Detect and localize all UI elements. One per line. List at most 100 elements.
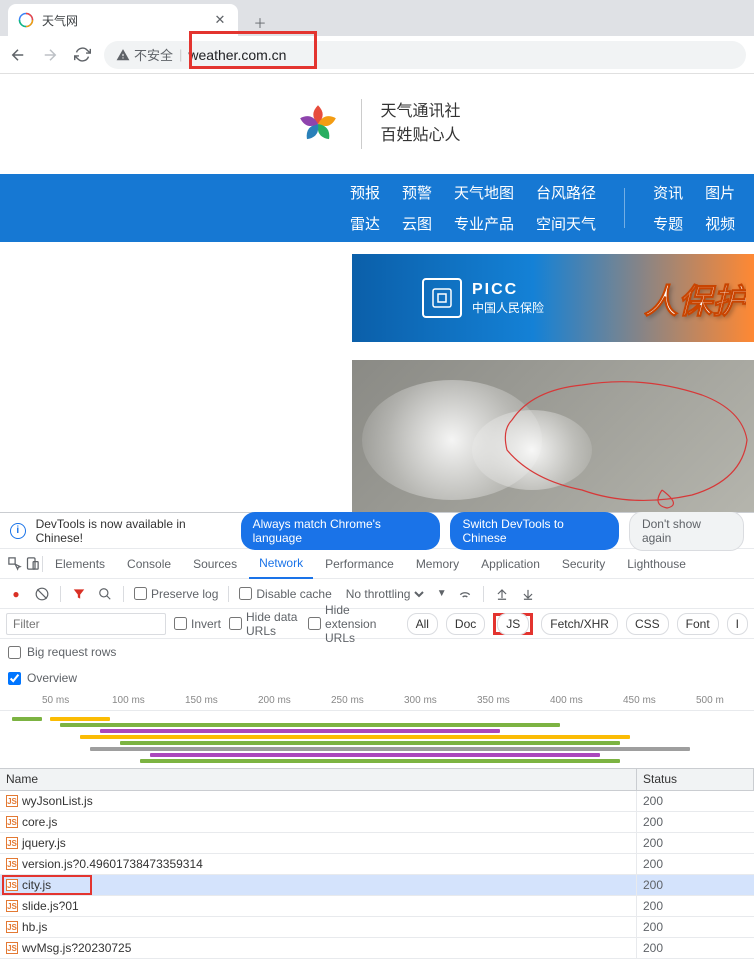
file-name: core.js	[22, 815, 57, 829]
column-status[interactable]: Status	[637, 769, 754, 790]
insecure-badge: 不安全	[116, 45, 173, 64]
favicon-icon	[18, 12, 34, 28]
network-table-body: JSwyJsonList.js200JScore.js200JSjquery.j…	[0, 791, 754, 959]
overview-option[interactable]: Overview	[0, 665, 754, 691]
tab-title: 天气网	[42, 12, 212, 29]
nav-link[interactable]: 视频	[705, 213, 735, 234]
nav-link[interactable]: 专题	[653, 213, 683, 234]
filter-type-doc[interactable]: Doc	[446, 613, 485, 635]
ad-banner[interactable]: PICC 中国人民保险 人保护	[352, 254, 754, 342]
notice-text: DevTools is now available in Chinese!	[36, 517, 231, 545]
info-icon: i	[10, 523, 26, 539]
throttling-select[interactable]: No throttling	[342, 586, 427, 602]
browser-tab[interactable]: 天气网 ✕	[8, 4, 238, 36]
tab-network[interactable]: Network	[249, 549, 313, 579]
status-code: 200	[637, 836, 754, 850]
warning-icon	[116, 48, 130, 62]
slogan-line-1: 天气通讯社	[380, 100, 460, 124]
back-button[interactable]	[8, 45, 28, 65]
network-row[interactable]: JScore.js200	[0, 812, 754, 833]
filter-input[interactable]	[6, 613, 166, 635]
tab-lighthouse[interactable]: Lighthouse	[617, 549, 696, 579]
tab-security[interactable]: Security	[552, 549, 615, 579]
tab-memory[interactable]: Memory	[406, 549, 469, 579]
status-code: 200	[637, 899, 754, 913]
devtools-language-notice: i DevTools is now available in Chinese! …	[0, 513, 754, 549]
network-row[interactable]: JShb.js200	[0, 917, 754, 938]
network-row[interactable]: JSwvMsg.js?20230725200	[0, 938, 754, 959]
status-code: 200	[637, 941, 754, 955]
file-name: hb.js	[22, 920, 47, 934]
nav-link[interactable]: 预警	[402, 182, 432, 203]
banner-sub: 中国人民保险	[472, 301, 544, 317]
filter-funnel-icon[interactable]	[71, 586, 87, 602]
download-icon[interactable]	[520, 586, 536, 602]
status-code: 200	[637, 794, 754, 808]
timeline-overview[interactable]	[0, 711, 754, 769]
nav-link[interactable]: 雷达	[350, 213, 380, 234]
network-row[interactable]: JS jquery.js 200	[0, 833, 754, 854]
disable-cache-checkbox[interactable]: Disable cache	[239, 587, 331, 601]
annotation-highlight-js: JS	[493, 613, 533, 635]
network-row[interactable]: JSversion.js?0.49601738473359314200	[0, 854, 754, 875]
network-row[interactable]: JSslide.js?01200	[0, 896, 754, 917]
devtools-tab-bar: Elements Console Sources Network Perform…	[0, 549, 754, 579]
hide-data-urls-checkbox[interactable]: Hide data URLs	[229, 610, 300, 638]
js-file-icon: JS	[6, 858, 18, 870]
inspect-icon[interactable]	[6, 556, 22, 572]
js-file-icon: JS	[6, 795, 18, 807]
insecure-label: 不安全	[134, 45, 173, 64]
satellite-map[interactable]	[352, 360, 754, 512]
site-header: 天气通讯社 百姓贴心人	[0, 74, 754, 174]
filter-type-css[interactable]: CSS	[626, 613, 669, 635]
js-file-icon: JS	[6, 942, 18, 954]
clear-icon[interactable]	[34, 586, 50, 602]
reload-button[interactable]	[72, 45, 92, 65]
switch-chinese-button[interactable]: Switch DevTools to Chinese	[450, 512, 618, 550]
tab-console[interactable]: Console	[117, 549, 181, 579]
tab-sources[interactable]: Sources	[183, 549, 247, 579]
hide-extension-urls-checkbox[interactable]: Hide extension URLs	[308, 603, 399, 645]
filter-type-font[interactable]: Font	[677, 613, 719, 635]
filter-type-all[interactable]: All	[407, 613, 438, 635]
upload-icon[interactable]	[494, 586, 510, 602]
nav-link[interactable]: 预报	[350, 182, 380, 203]
wifi-icon[interactable]	[457, 586, 473, 602]
nav-link[interactable]: 空间天气	[536, 213, 596, 234]
nav-link[interactable]: 资讯	[653, 182, 683, 203]
file-name: jquery.js	[22, 836, 66, 850]
always-match-button[interactable]: Always match Chrome's language	[241, 512, 441, 550]
url-text: weather.com.cn	[188, 47, 286, 63]
device-toggle-icon[interactable]	[24, 556, 40, 572]
filter-type-img[interactable]: I	[727, 613, 748, 635]
js-file-icon: JS	[6, 879, 18, 891]
timeline-ruler: 50 ms 100 ms 150 ms 200 ms 250 ms 300 ms…	[0, 691, 754, 711]
js-file-icon: JS	[6, 837, 18, 849]
tab-elements[interactable]: Elements	[45, 549, 115, 579]
search-icon[interactable]	[97, 586, 113, 602]
tab-application[interactable]: Application	[471, 549, 550, 579]
filter-type-js[interactable]: JS	[497, 613, 529, 635]
site-nav: 预报雷达 预警云图 天气地图专业产品 台风路径空间天气 资讯专题 图片视频	[0, 174, 754, 242]
nav-link[interactable]: 天气地图	[454, 182, 514, 203]
column-name[interactable]: Name	[0, 769, 637, 790]
network-row[interactable]: JSwyJsonList.js200	[0, 791, 754, 812]
filter-type-fetch[interactable]: Fetch/XHR	[541, 613, 618, 635]
nav-link[interactable]: 云图	[402, 213, 432, 234]
banner-headline: 人保护	[644, 274, 746, 323]
network-row[interactable]: JScity.js200	[0, 875, 754, 896]
forward-button[interactable]	[40, 45, 60, 65]
nav-link[interactable]: 台风路径	[536, 182, 596, 203]
close-tab-icon[interactable]: ✕	[212, 12, 228, 28]
invert-checkbox[interactable]: Invert	[174, 617, 221, 631]
record-icon[interactable]: ●	[8, 586, 24, 602]
dismiss-notice-button[interactable]: Don't show again	[629, 511, 744, 551]
nav-link[interactable]: 图片	[705, 182, 735, 203]
js-file-icon: JS	[6, 921, 18, 933]
preserve-log-checkbox[interactable]: Preserve log	[134, 587, 218, 601]
nav-link[interactable]: 专业产品	[454, 213, 514, 234]
js-file-icon: JS	[6, 816, 18, 828]
url-field[interactable]: 不安全 | weather.com.cn	[104, 41, 746, 69]
tab-performance[interactable]: Performance	[315, 549, 404, 579]
new-tab-button[interactable]: ＋	[246, 8, 274, 36]
